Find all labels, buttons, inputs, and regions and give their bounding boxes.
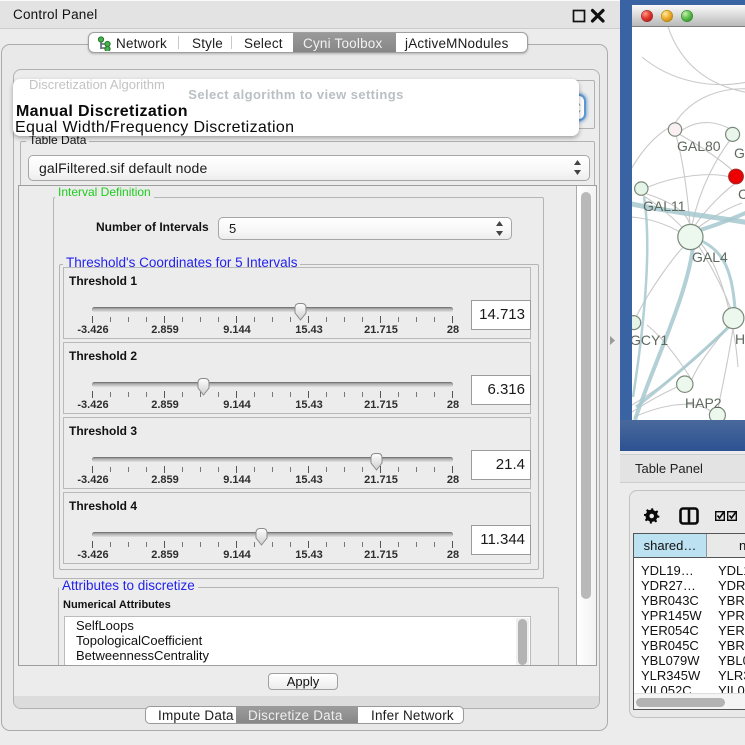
svg-text:GA: GA xyxy=(734,145,745,161)
svg-text:GAL11: GAL11 xyxy=(643,198,686,214)
svg-text:H: H xyxy=(735,331,745,347)
svg-text:C: C xyxy=(738,186,745,202)
svg-text:GAL4: GAL4 xyxy=(692,249,728,265)
svg-text:HAP2: HAP2 xyxy=(685,395,722,411)
svg-text:GAL80: GAL80 xyxy=(677,138,721,154)
svg-text:GCY1: GCY1 xyxy=(632,332,668,348)
